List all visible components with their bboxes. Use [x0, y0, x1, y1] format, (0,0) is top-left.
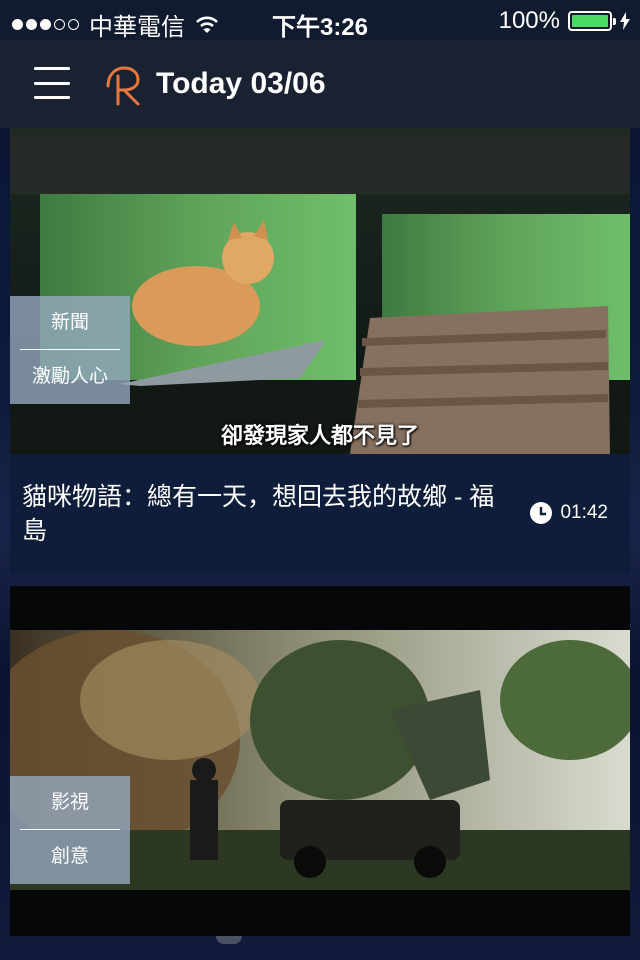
status-bar: 中華電信 下午3:26 100% [0, 0, 640, 41]
video-title[interactable]: 貓咪物語：總有一天，想回去我的故鄉 - 福島 [22, 480, 502, 548]
battery-icon [568, 11, 616, 31]
charging-bolt-icon [620, 12, 630, 30]
video-card[interactable]: 影視 創意 [10, 586, 630, 936]
category-tag[interactable]: 影視 [10, 776, 130, 829]
category-tag[interactable]: 激勵人心 [10, 350, 130, 403]
video-card[interactable]: 卻發現家人都不見了 新聞 激勵人心 貓咪物語：總有一天，想回去我的故鄉 - 福島… [10, 128, 630, 574]
video-duration: 01:42 [530, 502, 608, 524]
menu-button[interactable] [34, 67, 70, 99]
nav-bar: Today 03/06 [0, 40, 640, 128]
category-tags: 新聞 激勵人心 [10, 296, 130, 404]
category-tags: 影視 創意 [10, 776, 130, 884]
category-tag[interactable]: 新聞 [10, 296, 130, 349]
duration-label: 01:42 [560, 502, 608, 523]
video-subtitle-caption: 卻發現家人都不見了 [220, 423, 419, 448]
scroll-indicator [216, 936, 242, 944]
battery-percent: 100% [498, 7, 560, 34]
category-tag[interactable]: 創意 [10, 830, 130, 883]
page-title: Today 03/06 [156, 67, 326, 100]
video-thumbnail[interactable] [10, 128, 630, 454]
app-logo [106, 66, 140, 106]
clock-icon [530, 502, 553, 524]
